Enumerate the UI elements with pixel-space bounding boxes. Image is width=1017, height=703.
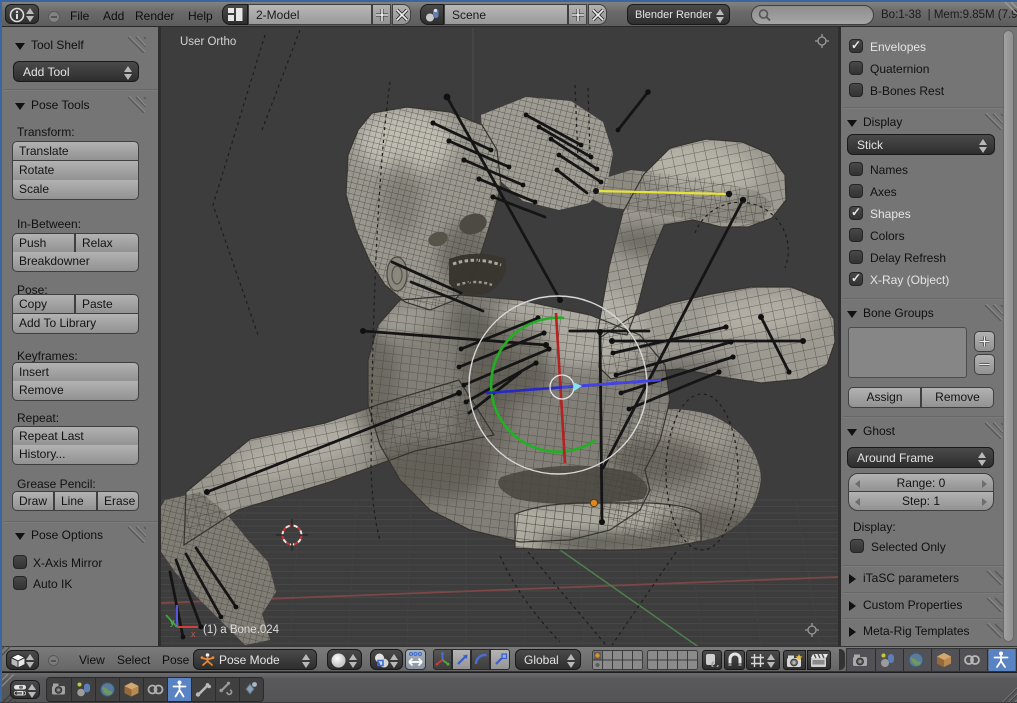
- svg-text:y: y: [170, 617, 175, 627]
- svg-text:x: x: [191, 629, 196, 639]
- svg-text:(1) a Bone.024: (1) a Bone.024: [203, 624, 280, 636]
- svg-text:User Ortho: User Ortho: [180, 36, 236, 48]
